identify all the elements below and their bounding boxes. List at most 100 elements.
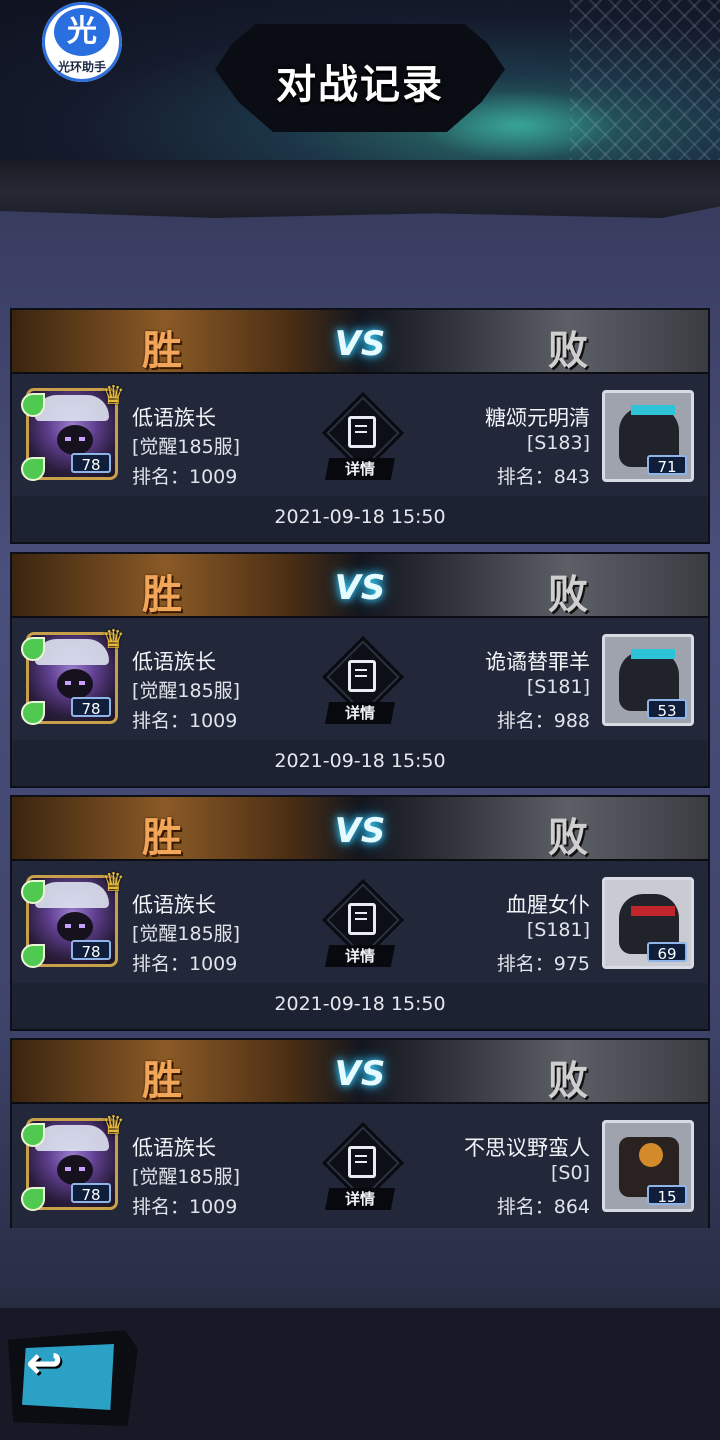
opponent-name: 血腥女仆 (506, 893, 590, 917)
logo-icon: 光 (54, 8, 110, 56)
player-server: [觉醒185服] (132, 680, 241, 702)
win-label: 胜 (142, 328, 182, 374)
gem-icon (21, 1123, 45, 1147)
opponent-rank: 排名：843 (496, 466, 590, 488)
opponent-level: 69 (647, 942, 687, 963)
opponent-server: [S181] (526, 919, 590, 941)
battle-record-card: 胜 VS 败 ♛ 78 低语族长 [觉醒185服] 排名：1009 详情 诡谲替… (10, 552, 710, 788)
document-edit-icon (348, 903, 376, 935)
player-avatar[interactable]: ♛ 78 (21, 868, 125, 968)
battle-record-list[interactable]: 胜 VS 败 ♛ 78 低语族长 [觉醒185服] 排名：1009 详情 糖颂元… (10, 308, 710, 1228)
opponent-rank: 排名：864 (496, 1196, 590, 1218)
vs-label: VS (334, 568, 386, 608)
hero-face (57, 425, 93, 455)
crown-icon: ♛ (101, 381, 125, 411)
opponent-name: 诡谲替罪羊 (485, 650, 590, 674)
detail-label: 详情 (325, 702, 395, 724)
opponent-level: 15 (647, 1185, 687, 1206)
player-server: [觉醒185服] (132, 1166, 241, 1188)
opponent-rank: 排名：975 (496, 953, 590, 975)
opponent-server: [S181] (526, 676, 590, 698)
header-ledge (0, 160, 720, 218)
player-rank: 排名：1009 (132, 710, 238, 732)
wing-decoration (35, 395, 109, 421)
player-level: 78 (71, 1183, 111, 1204)
result-banner: 胜 VS 败 (12, 1040, 708, 1104)
avatar-accent (631, 906, 675, 916)
opponent-server: [S0] (551, 1162, 590, 1184)
app-logo[interactable]: 光 光环助手 (42, 2, 122, 82)
logo-text: 光环助手 (57, 60, 106, 74)
avatar-accent (639, 1143, 663, 1167)
player-server: [觉醒185服] (132, 923, 241, 945)
hero-face (57, 669, 93, 699)
opponent-avatar[interactable]: 15 (602, 1120, 694, 1212)
win-label: 胜 (142, 1058, 182, 1104)
document-edit-icon (348, 416, 376, 448)
opponent-rank: 排名：988 (496, 710, 590, 732)
crown-icon: ♛ (101, 625, 125, 655)
vs-label: VS (334, 811, 386, 851)
page-title: 对战记录 (276, 62, 444, 108)
opponent-avatar[interactable]: 69 (602, 877, 694, 969)
player-name: 低语族长 (132, 1136, 216, 1160)
opponent-name: 不思议野蛮人 (464, 1136, 590, 1160)
gem-icon (21, 457, 45, 481)
detail-button[interactable]: 详情 (320, 635, 405, 728)
player-level: 78 (71, 697, 111, 718)
lose-label: 败 (548, 1058, 588, 1104)
result-banner: 胜 VS 败 (12, 554, 708, 618)
win-label: 胜 (142, 815, 182, 861)
player-name: 低语族长 (132, 893, 216, 917)
hero-face (57, 912, 93, 942)
hero-face (57, 1155, 93, 1185)
battle-record-card: 胜 VS 败 ♛ 78 低语族长 [觉醒185服] 排名：1009 详情 糖颂元… (10, 308, 710, 544)
detail-button[interactable]: 详情 (320, 878, 405, 971)
detail-button[interactable]: 详情 (320, 391, 405, 484)
avatar-accent (631, 649, 675, 659)
gem-icon (21, 637, 45, 661)
result-banner: 胜 VS 败 (12, 310, 708, 374)
player-level: 78 (71, 940, 111, 961)
lose-label: 败 (548, 572, 588, 618)
battle-record-card: 胜 VS 败 ♛ 78 低语族长 [觉醒185服] 排名：1009 详情 不思议… (10, 1038, 710, 1228)
wing-decoration (35, 882, 109, 908)
return-arrow-icon: ↩ (26, 1338, 63, 1389)
crown-icon: ♛ (101, 868, 125, 898)
avatar-accent (631, 405, 675, 415)
vs-label: VS (334, 1054, 386, 1094)
gem-icon (21, 701, 45, 725)
lose-label: 败 (548, 328, 588, 374)
opponent-avatar[interactable]: 71 (602, 390, 694, 482)
player-name: 低语族长 (132, 406, 216, 430)
gem-icon (21, 944, 45, 968)
player-rank: 排名：1009 (132, 466, 238, 488)
player-avatar[interactable]: ♛ 78 (21, 381, 125, 481)
detail-label: 详情 (325, 1188, 395, 1210)
result-banner: 胜 VS 败 (12, 797, 708, 861)
player-server: [觉醒185服] (132, 436, 241, 458)
wing-decoration (35, 639, 109, 665)
battle-time: 2021-09-18 15:50 (274, 750, 446, 772)
document-edit-icon (348, 1146, 376, 1178)
gem-icon (21, 880, 45, 904)
opponent-server: [S183] (526, 432, 590, 454)
player-level: 78 (71, 453, 111, 474)
opponent-level: 53 (647, 699, 687, 720)
player-rank: 排名：1009 (132, 953, 238, 975)
wing-decoration (35, 1125, 109, 1151)
player-avatar[interactable]: ♛ 78 (21, 1111, 125, 1211)
player-avatar[interactable]: ♛ 78 (21, 625, 125, 725)
battle-time: 2021-09-18 15:50 (274, 506, 446, 528)
player-rank: 排名：1009 (132, 1196, 238, 1218)
gem-icon (21, 393, 45, 417)
battle-time: 2021-09-18 15:50 (274, 993, 446, 1015)
player-name: 低语族长 (132, 650, 216, 674)
detail-label: 详情 (325, 458, 395, 480)
win-label: 胜 (142, 572, 182, 618)
lose-label: 败 (548, 815, 588, 861)
opponent-avatar[interactable]: 53 (602, 634, 694, 726)
back-button[interactable]: ↩ (8, 1330, 138, 1426)
document-edit-icon (348, 660, 376, 692)
detail-button[interactable]: 详情 (320, 1121, 405, 1214)
